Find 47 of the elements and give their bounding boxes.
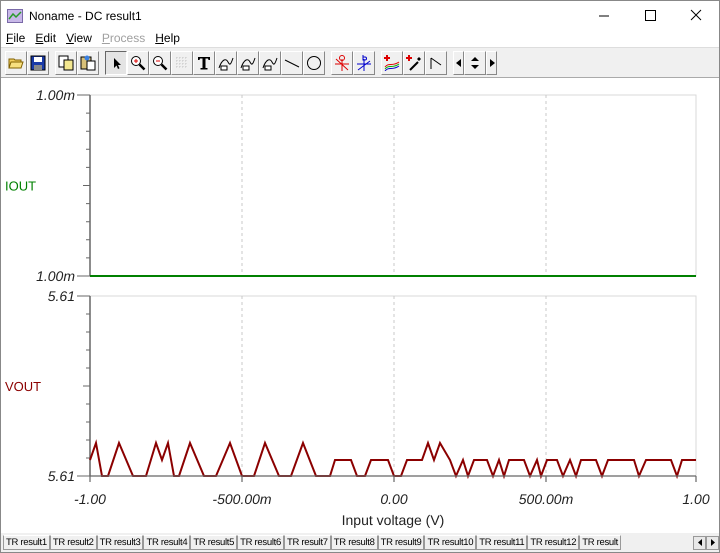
tab[interactable]: TR result4 (143, 535, 190, 550)
tab[interactable]: TR result (579, 535, 622, 550)
y-tick-label: 1.00m (36, 268, 75, 284)
tab[interactable]: TR result10 (424, 535, 476, 550)
x-tick-label: -1.00 (74, 491, 106, 507)
tab[interactable]: TR result9 (378, 535, 424, 550)
flag-corner-icon (428, 54, 444, 70)
x-tick-label: -500.00m (212, 491, 272, 507)
tab[interactable]: TR result1 (3, 535, 50, 550)
y-tick-label: 1.00m (36, 87, 75, 103)
tab[interactable]: TR result2 (50, 535, 97, 550)
tab[interactable]: TR result5 (190, 535, 238, 550)
tab[interactable]: TR result12 (527, 535, 580, 550)
add-trace-icon (384, 54, 400, 70)
menu-item[interactable]: Help (150, 29, 185, 47)
trace-name: IOUT (5, 178, 36, 194)
toolbar-button[interactable] (105, 50, 127, 74)
scroll-left-button[interactable] (693, 536, 706, 550)
tab[interactable]: TR result7 (284, 535, 331, 550)
trace-name: VOUT (5, 379, 42, 394)
x-tick-label: 0.00 (380, 491, 408, 507)
zoom-in-icon (130, 54, 146, 70)
right-arrow-icon (710, 539, 714, 546)
app-icon (7, 8, 23, 22)
tab[interactable]: TR result11 (476, 535, 528, 550)
cursor-b-icon (356, 54, 372, 70)
menu-item[interactable]: Edit (30, 29, 62, 47)
menu-item[interactable]: File (1, 29, 30, 47)
dropper-icon (406, 54, 422, 70)
window-title: Noname - DC result1 (29, 8, 142, 24)
x-tick-label: 500.00m (518, 491, 574, 507)
y-tick-label: 5.61 (48, 288, 75, 304)
text-t-icon (196, 54, 212, 70)
circle-tool-icon (306, 54, 322, 70)
menu-item[interactable]: View (61, 29, 97, 47)
x-tick-label: 1.00 (682, 491, 710, 507)
copy-icon (58, 54, 74, 70)
y-tick-label: 5.61 (48, 468, 75, 484)
tab[interactable]: TR result3 (96, 535, 144, 550)
paste-icon (80, 54, 96, 70)
left-arrow-icon (698, 539, 702, 546)
tab[interactable]: TR result6 (237, 535, 284, 550)
scroll-right-button[interactable] (706, 536, 719, 550)
zoom-out-icon (152, 54, 168, 70)
x-axis-title: Input voltage (V) (342, 512, 444, 528)
tab[interactable]: TR result8 (330, 535, 378, 550)
cursor-a-icon (334, 54, 350, 70)
